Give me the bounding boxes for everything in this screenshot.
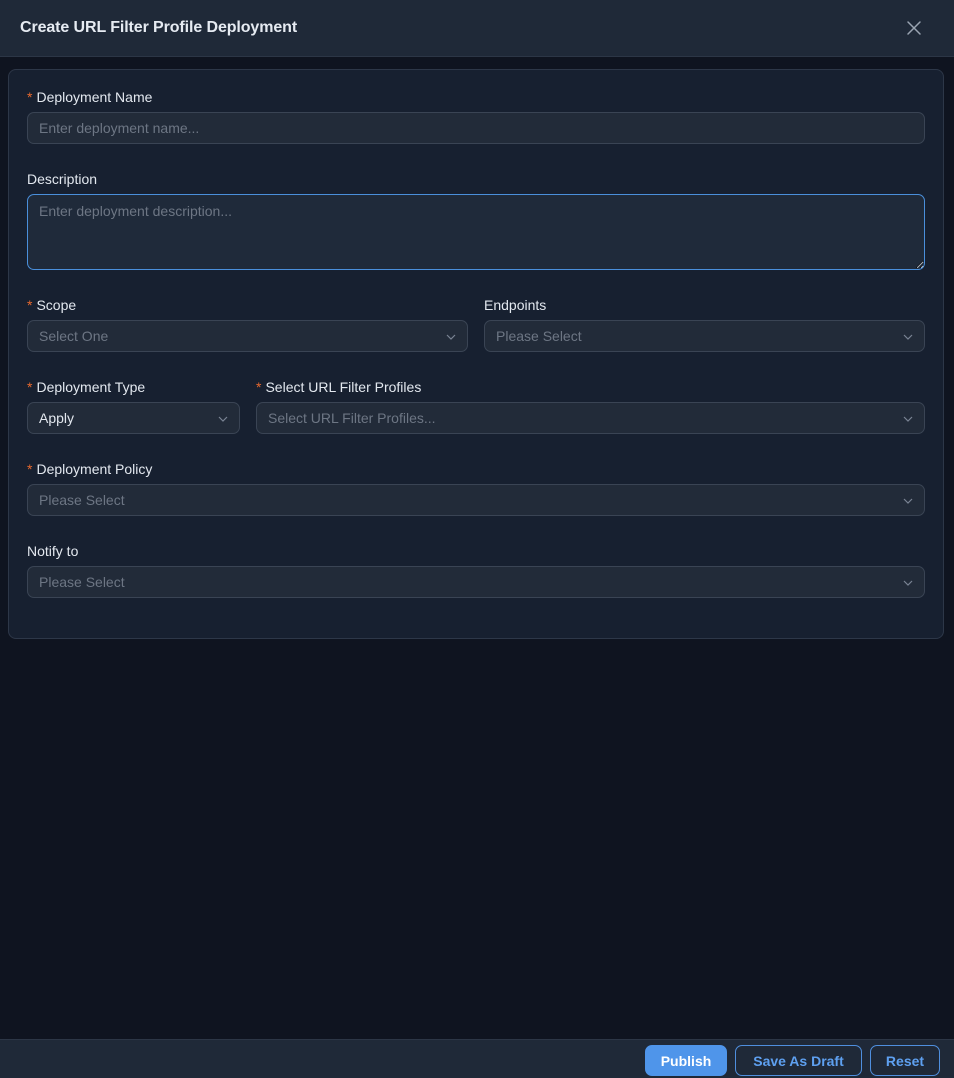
chevron-down-icon bbox=[218, 416, 228, 422]
description-textarea[interactable] bbox=[27, 194, 925, 270]
required-marker: * bbox=[27, 89, 33, 105]
endpoints-select[interactable]: Please Select bbox=[484, 320, 925, 352]
endpoints-label: Endpoints bbox=[484, 297, 547, 313]
form-panel bbox=[8, 69, 944, 639]
close-icon bbox=[907, 21, 921, 35]
notify-to-placeholder: Please Select bbox=[39, 574, 125, 590]
deployment-type-select[interactable]: Apply bbox=[27, 402, 240, 434]
deployment-policy-label: * Deployment Policy bbox=[27, 461, 153, 477]
modal-title: Create URL Filter Profile Deployment bbox=[20, 19, 298, 36]
deployment-name-input[interactable] bbox=[27, 112, 925, 144]
deployment-name-label: * Deployment Name bbox=[27, 89, 153, 105]
deployment-policy-placeholder: Please Select bbox=[39, 492, 125, 508]
url-filter-profiles-label: * Select URL Filter Profiles bbox=[256, 379, 422, 395]
chevron-down-icon bbox=[903, 334, 913, 340]
required-marker: * bbox=[27, 379, 33, 395]
url-filter-profiles-placeholder: Select URL Filter Profiles... bbox=[268, 410, 436, 426]
deployment-type-value: Apply bbox=[39, 410, 75, 426]
modal-footer: Publish Save As Draft Reset bbox=[0, 1039, 954, 1078]
scope-placeholder: Select One bbox=[39, 328, 109, 344]
scope-select[interactable]: Select One bbox=[27, 320, 468, 352]
notify-to-label: Notify to bbox=[27, 543, 79, 559]
endpoints-placeholder: Please Select bbox=[496, 328, 582, 344]
scope-label: * Scope bbox=[27, 297, 77, 313]
save-as-draft-button[interactable]: Save As Draft bbox=[735, 1045, 862, 1076]
deployment-policy-select[interactable]: Please Select bbox=[27, 484, 925, 516]
reset-button[interactable]: Reset bbox=[870, 1045, 940, 1076]
deployment-type-label: * Deployment Type bbox=[27, 379, 146, 395]
chevron-down-icon bbox=[903, 416, 913, 422]
chevron-down-icon bbox=[903, 580, 913, 586]
modal-header: Create URL Filter Profile Deployment bbox=[0, 0, 954, 57]
close-button[interactable] bbox=[902, 16, 926, 40]
notify-to-select[interactable]: Please Select bbox=[27, 566, 925, 598]
publish-button[interactable]: Publish bbox=[645, 1045, 727, 1076]
required-marker: * bbox=[27, 461, 33, 477]
required-marker: * bbox=[27, 297, 33, 313]
required-marker: * bbox=[256, 379, 262, 395]
chevron-down-icon bbox=[903, 498, 913, 504]
url-filter-profiles-select[interactable]: Select URL Filter Profiles... bbox=[256, 402, 925, 434]
chevron-down-icon bbox=[446, 334, 456, 340]
description-label: Description bbox=[27, 171, 98, 187]
